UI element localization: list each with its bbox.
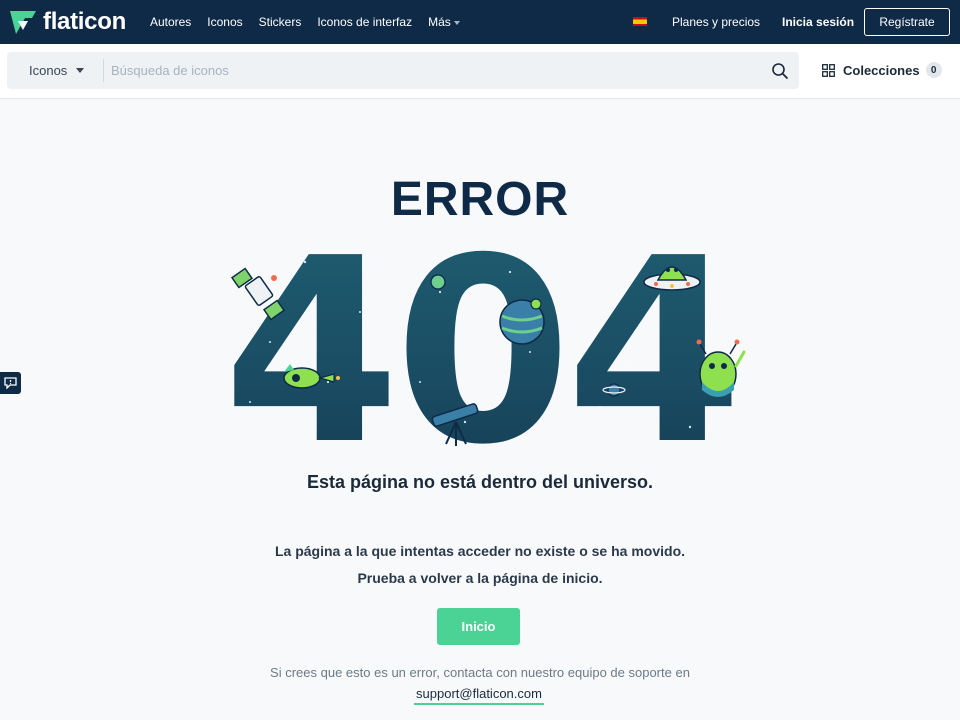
nav-item-mas-label: Más <box>428 15 451 29</box>
nav-item-mas[interactable]: Más <box>428 15 460 29</box>
spain-flag-icon[interactable] <box>633 17 647 26</box>
nav-item-iconos[interactable]: Iconos <box>207 15 242 29</box>
error-title: ERROR <box>390 173 570 226</box>
nav-item-autores[interactable]: Autores <box>150 15 191 29</box>
signup-button[interactable]: Regístrate <box>864 8 950 36</box>
error-404-illustration: 404 <box>223 232 746 452</box>
collections-label: Colecciones <box>843 62 920 78</box>
search-bar-row: Iconos Colecciones 0 <box>0 44 960 99</box>
home-button[interactable]: Inicio <box>437 608 520 645</box>
search-icon[interactable] <box>769 60 791 82</box>
feedback-icon <box>4 377 17 389</box>
search-box: Iconos <box>7 52 799 89</box>
error-message-line-2: Prueba a volver a la página de inicio. <box>357 570 603 586</box>
search-input[interactable] <box>111 52 751 89</box>
search-type-select[interactable]: Iconos <box>7 52 103 89</box>
logo-text: flaticon <box>43 8 126 35</box>
top-navbar: flaticon Autores Iconos Stickers Iconos … <box>0 0 960 44</box>
collections-count-badge: 0 <box>925 62 942 78</box>
feedback-tab[interactable] <box>0 372 21 394</box>
search-type-label: Iconos <box>29 63 68 78</box>
search-divider <box>103 59 104 82</box>
support-text: Si crees que esto es un error, contacta … <box>270 665 690 680</box>
support-email-link[interactable]: support@flaticon.com <box>414 686 544 705</box>
error-headline: Esta página no está dentro del universo. <box>306 472 654 492</box>
nav-item-stickers[interactable]: Stickers <box>259 15 302 29</box>
collections-button[interactable]: Colecciones 0 <box>822 62 942 78</box>
login-link[interactable]: Inicia sesión <box>782 15 854 29</box>
nav-item-iconos-interfaz[interactable]: Iconos de interfaz <box>317 15 412 29</box>
error-message-line-1: La página a la que intentas acceder no e… <box>274 543 686 559</box>
error-code-digits: 404 <box>223 232 737 452</box>
main-nav: Autores Iconos Stickers Iconos de interf… <box>150 0 476 44</box>
chevron-down-icon <box>453 20 460 25</box>
dropdown-caret-icon <box>76 68 85 73</box>
grid-icon <box>822 63 835 77</box>
flaticon-logo[interactable]: flaticon <box>8 0 126 44</box>
flaticon-logo-icon <box>10 11 36 34</box>
plans-link[interactable]: Planes y precios <box>672 15 760 29</box>
